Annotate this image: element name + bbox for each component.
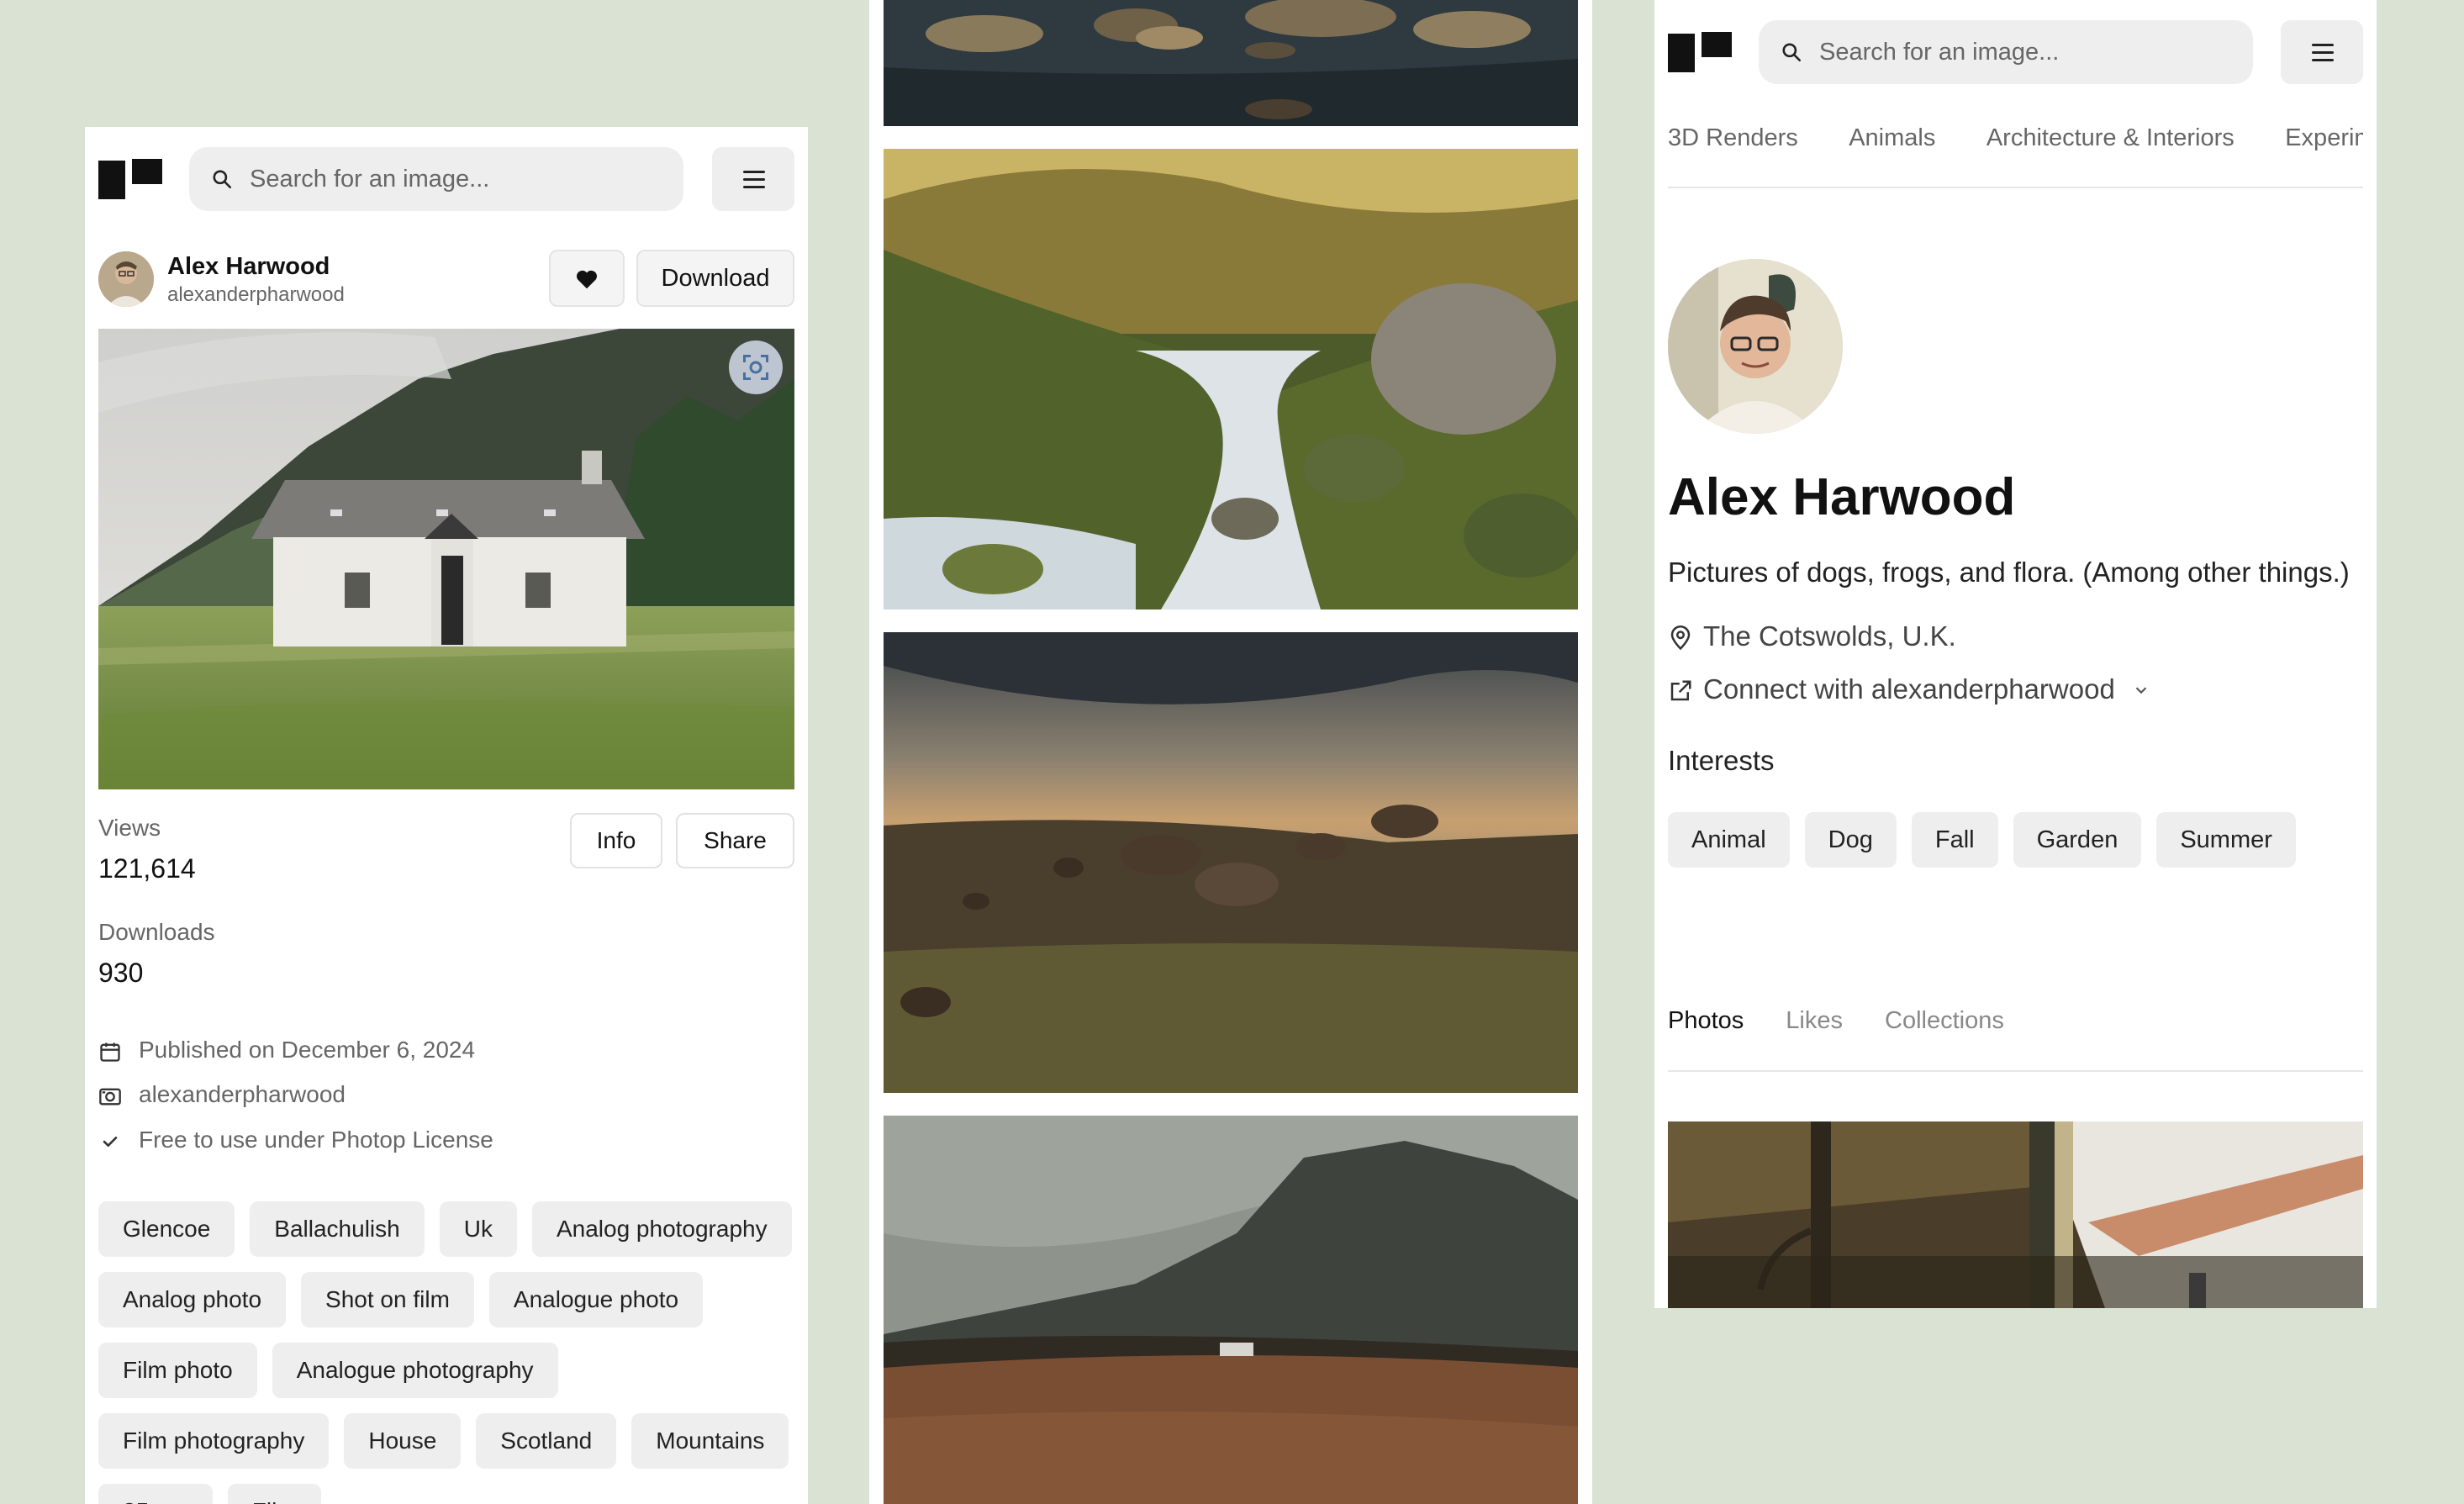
location-text: The Cotswolds, U.K. (1703, 620, 1956, 652)
check-icon (103, 1137, 118, 1147)
tag-chip[interactable]: Glencoe (98, 1201, 235, 1257)
camera-icon (99, 1088, 121, 1106)
views-label: Views (98, 815, 161, 841)
interests-title: Interests (1668, 745, 1775, 776)
license-link[interactable]: Free to use under Photop License (139, 1127, 493, 1153)
tag-chip[interactable]: Scotland (476, 1413, 617, 1469)
logo[interactable] (1668, 32, 1732, 72)
interest-chip[interactable]: Animal (1668, 812, 1790, 868)
tag-chip[interactable]: Analogue photo (488, 1272, 704, 1327)
feed-photo-waterfall[interactable] (884, 149, 1578, 610)
search-icon (1782, 43, 1802, 62)
share-button[interactable]: Share (676, 813, 794, 868)
tag-chip[interactable]: Analogue photography (272, 1343, 558, 1398)
photo-detail-panel: Alex Harwood alexanderpharwood Download (85, 127, 808, 1504)
category-link[interactable]: Animals (1849, 124, 1935, 152)
profile-panel: 3D Renders Animals Architecture & Interi… (1654, 0, 2377, 1308)
logo[interactable] (98, 159, 162, 199)
profile-bio: Pictures of dogs, frogs, and flora. (Amo… (1668, 557, 2350, 588)
tag-chip[interactable]: 35mm (98, 1484, 213, 1504)
downloads-label: Downloads (98, 919, 215, 945)
tab-collections[interactable]: Collections (1885, 1007, 2004, 1035)
profile-avatar (1668, 259, 1843, 434)
profile-tabs: Photos Likes Collections (1668, 1007, 2004, 1035)
menu-button[interactable] (712, 147, 794, 211)
chevron-down-icon[interactable] (2132, 681, 2150, 699)
avatar[interactable] (98, 251, 154, 307)
heart-icon (576, 270, 598, 289)
photo-feed-column (869, 0, 1592, 1504)
like-button[interactable] (549, 250, 625, 307)
interest-chip[interactable]: Dog (1804, 812, 1897, 868)
profile-name: Alex Harwood (1668, 468, 2016, 526)
interest-tags: Animal Dog Fall Garden Summer (1668, 812, 2296, 868)
category-link[interactable]: Architecture & Interiors (1987, 124, 2234, 152)
tag-chip[interactable]: Shot on film (301, 1272, 474, 1327)
header-bar (98, 147, 794, 211)
tag-chip[interactable]: House (344, 1413, 462, 1469)
main-photo[interactable] (98, 329, 794, 789)
external-link-icon (1670, 680, 1691, 701)
search-input[interactable] (1819, 20, 2253, 84)
info-button[interactable]: Info (570, 813, 662, 868)
search-bar[interactable] (189, 147, 683, 211)
search-icon (213, 170, 232, 189)
calendar-icon (100, 1042, 120, 1062)
category-nav: 3D Renders Animals Architecture & Interi… (1668, 124, 2363, 166)
interest-chip[interactable]: Garden (2013, 812, 2142, 868)
author-name[interactable]: Alex Harwood (167, 253, 330, 281)
feed-photo-mountain[interactable] (884, 1116, 1578, 1504)
divider (1668, 187, 2363, 188)
views-value: 121,614 (98, 853, 196, 884)
divider (1668, 1070, 2363, 1072)
feed-photo-stream-rocks[interactable] (884, 0, 1578, 126)
published-date: Published on December 6, 2024 (139, 1037, 476, 1063)
tag-chip[interactable]: Analog photography (531, 1201, 792, 1257)
tab-photos[interactable]: Photos (1668, 1007, 1744, 1035)
downloads-value: 930 (98, 958, 144, 988)
tag-chip[interactable]: Uk (439, 1201, 517, 1257)
author-username[interactable]: alexanderpharwood (167, 283, 345, 307)
category-link[interactable]: 3D Renders (1668, 124, 1798, 152)
tag-chip[interactable]: Ballachulish (250, 1201, 425, 1257)
tag-chip[interactable]: Film photography (98, 1413, 330, 1469)
interest-chip[interactable]: Fall (1911, 812, 1998, 868)
interest-chip[interactable]: Summer (2156, 812, 2296, 868)
photo-tags: Glencoe Ballachulish Uk Analog photograp… (98, 1201, 794, 1504)
zoom-button[interactable] (729, 340, 783, 394)
connect-link[interactable]: Connect with alexanderpharwood (1703, 673, 2115, 705)
tag-chip[interactable]: Mountains (631, 1413, 789, 1469)
camera-text: alexanderpharwood (139, 1081, 346, 1107)
feed-photo-deer[interactable] (884, 632, 1578, 1093)
download-button[interactable]: Download (636, 250, 794, 307)
header-bar (1668, 20, 2363, 84)
search-input[interactable] (250, 147, 683, 211)
map-pin-icon (1670, 625, 1691, 651)
zoom-focus-icon (743, 355, 768, 380)
author-row: Alex Harwood alexanderpharwood Download (98, 250, 794, 309)
search-bar[interactable] (1759, 20, 2253, 84)
category-link[interactable]: Experim (2285, 124, 2363, 152)
tab-likes[interactable]: Likes (1786, 1007, 1843, 1035)
tag-chip[interactable]: Film photo (98, 1343, 257, 1398)
menu-button[interactable] (2281, 20, 2363, 84)
tag-chip[interactable]: Analog photo (98, 1272, 287, 1327)
profile-photo-station[interactable] (1668, 1121, 2363, 1308)
tag-chip[interactable]: Film (227, 1484, 321, 1504)
